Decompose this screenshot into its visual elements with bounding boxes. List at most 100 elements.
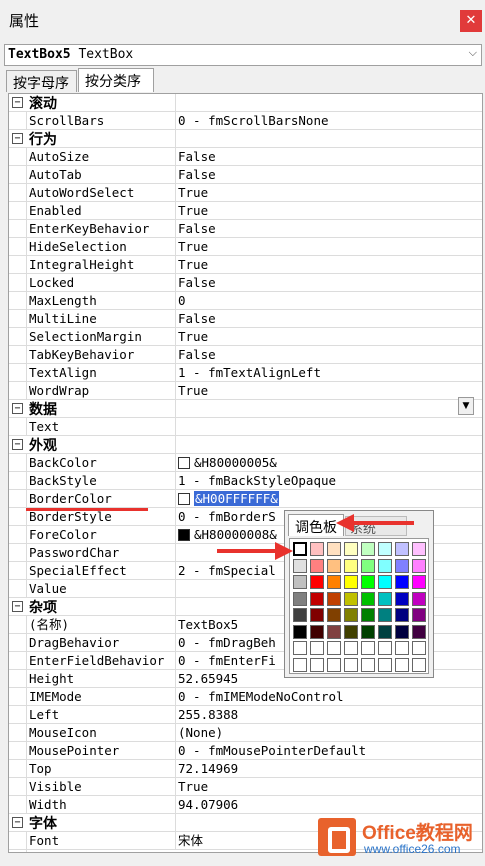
property-row[interactable]: BackColor &H80000005& — [9, 454, 482, 472]
palette-color-cell[interactable] — [378, 558, 392, 573]
property-value[interactable]: 94.07906 — [177, 796, 238, 814]
property-value[interactable]: 72.14969 — [177, 760, 238, 778]
property-value[interactable] — [177, 544, 178, 562]
palette-color-cell[interactable] — [412, 641, 426, 655]
palette-color-cell[interactable] — [327, 575, 341, 589]
property-value[interactable]: (None) — [177, 724, 223, 742]
palette-color-cell[interactable] — [378, 575, 392, 589]
palette-color-cell[interactable] — [378, 657, 392, 672]
property-row[interactable]: AutoWordSelect True — [9, 184, 482, 202]
palette-color-cell[interactable] — [361, 657, 375, 672]
palette-color-cell[interactable] — [361, 591, 375, 606]
palette-color-cell[interactable] — [361, 641, 375, 655]
property-row[interactable]: MultiLine False — [9, 310, 482, 328]
property-value[interactable]: 0 - fmIMEModeNoControl — [177, 688, 344, 706]
property-row[interactable]: Top 72.14969 — [9, 760, 482, 778]
palette-color-cell[interactable] — [344, 624, 358, 639]
palette-color-cell[interactable] — [327, 624, 341, 639]
property-value[interactable]: 宋体 — [177, 832, 203, 850]
collapse-toggle-icon[interactable]: − — [12, 133, 23, 144]
property-row[interactable]: IMEMode 0 - fmIMEModeNoControl — [9, 688, 482, 706]
tab-alphabetic[interactable]: 按字母序 — [6, 70, 77, 92]
palette-color-cell[interactable] — [344, 575, 358, 589]
property-value[interactable]: False — [177, 148, 216, 166]
collapse-toggle-icon[interactable]: − — [12, 439, 23, 450]
palette-color-cell[interactable] — [293, 608, 307, 622]
palette-color-cell[interactable] — [412, 542, 426, 556]
palette-color-cell[interactable] — [293, 558, 307, 573]
property-row[interactable]: Left 255.8388 — [9, 706, 482, 724]
collapse-toggle-icon[interactable]: − — [12, 817, 23, 828]
palette-color-cell[interactable] — [412, 591, 426, 606]
palette-color-cell[interactable] — [310, 624, 324, 639]
palette-color-cell[interactable] — [344, 542, 358, 556]
palette-color-cell[interactable] — [344, 608, 358, 622]
palette-color-cell[interactable] — [327, 558, 341, 573]
palette-color-cell[interactable] — [395, 575, 409, 589]
property-value[interactable]: False — [177, 274, 216, 292]
palette-color-cell[interactable] — [310, 542, 324, 556]
property-row[interactable]: WordWrap True — [9, 382, 482, 400]
close-button[interactable]: ✕ — [460, 10, 482, 32]
object-selector[interactable]: TextBox5 TextBox ⌵ — [4, 44, 482, 66]
property-row[interactable]: MaxLength 0 — [9, 292, 482, 310]
palette-color-cell[interactable] — [412, 657, 426, 672]
collapse-toggle-icon[interactable]: − — [12, 403, 23, 414]
property-row[interactable]: MouseIcon (None) — [9, 724, 482, 742]
palette-color-cell[interactable] — [310, 641, 324, 655]
palette-color-cell[interactable] — [395, 624, 409, 639]
palette-color-cell[interactable] — [395, 542, 409, 556]
property-row[interactable]: SelectionMargin True — [9, 328, 482, 346]
property-value[interactable]: 0 - fmDragBeh — [177, 634, 276, 652]
palette-color-cell[interactable] — [412, 575, 426, 589]
palette-color-cell[interactable] — [293, 657, 307, 672]
property-value[interactable]: &H80000005& — [177, 454, 277, 472]
palette-color-cell[interactable] — [395, 608, 409, 622]
palette-color-cell[interactable] — [361, 575, 375, 589]
palette-color-cell[interactable] — [327, 657, 341, 672]
property-row[interactable]: Width 94.07906 — [9, 796, 482, 814]
property-value[interactable] — [177, 580, 178, 598]
tab-categorized[interactable]: 按分类序 — [78, 68, 154, 92]
property-row[interactable]: Enabled True — [9, 202, 482, 220]
property-value[interactable]: 52.65945 — [177, 670, 238, 688]
palette-color-cell[interactable] — [310, 558, 324, 573]
property-value[interactable]: 0 - fmEnterFi — [177, 652, 276, 670]
palette-color-cell[interactable] — [378, 641, 392, 655]
palette-color-cell[interactable] — [344, 558, 358, 573]
palette-color-cell[interactable] — [310, 657, 324, 672]
palette-color-cell[interactable] — [395, 591, 409, 606]
property-row[interactable]: Locked False — [9, 274, 482, 292]
property-value[interactable]: &H80000008& — [177, 526, 277, 544]
property-row[interactable]: IntegralHeight True — [9, 256, 482, 274]
palette-color-cell[interactable] — [327, 591, 341, 606]
palette-color-cell[interactable] — [378, 591, 392, 606]
palette-color-cell[interactable] — [395, 641, 409, 655]
property-value[interactable]: True — [177, 778, 208, 796]
palette-color-cell[interactable] — [361, 608, 375, 622]
property-value[interactable]: TextBox5 — [177, 616, 238, 634]
palette-color-cell[interactable] — [344, 641, 358, 655]
property-row[interactable]: HideSelection True — [9, 238, 482, 256]
palette-color-cell[interactable] — [344, 657, 358, 672]
property-value[interactable]: True — [177, 184, 208, 202]
palette-color-cell[interactable] — [412, 558, 426, 573]
property-value[interactable]: False — [177, 220, 216, 238]
palette-color-cell[interactable] — [412, 624, 426, 639]
property-row[interactable]: EnterKeyBehavior False — [9, 220, 482, 238]
property-value[interactable]: True — [177, 328, 208, 346]
property-value[interactable]: 255.8388 — [177, 706, 238, 724]
property-value[interactable] — [177, 418, 178, 436]
property-value[interactable]: 1 - fmTextAlignLeft — [177, 364, 321, 382]
property-value[interactable]: &H00FFFFFF& — [177, 490, 279, 508]
palette-color-cell[interactable] — [327, 542, 341, 556]
palette-color-cell[interactable] — [293, 542, 307, 556]
property-value[interactable]: True — [177, 202, 208, 220]
property-row[interactable]: ScrollBars 0 - fmScrollBarsNone — [9, 112, 482, 130]
property-value[interactable]: 0 - fmScrollBarsNone — [177, 112, 329, 130]
category-row[interactable]: − 滚动 — [9, 94, 482, 112]
palette-color-cell[interactable] — [293, 624, 307, 639]
property-row[interactable]: TabKeyBehavior False — [9, 346, 482, 364]
property-value[interactable]: 0 - fmBorderS — [177, 508, 276, 526]
property-value[interactable]: 0 — [177, 292, 186, 310]
